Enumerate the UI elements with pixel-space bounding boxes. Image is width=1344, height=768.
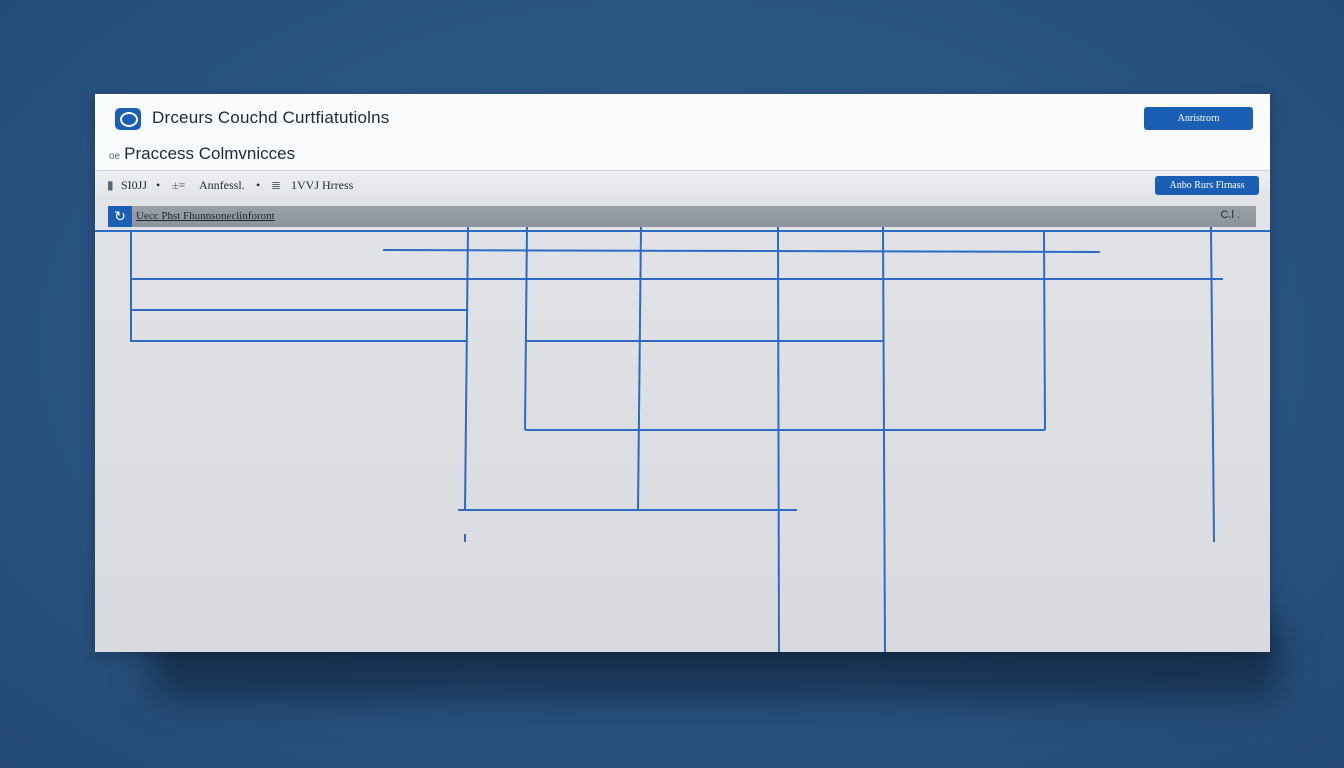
app-window: Drceurs Couchd Curtfiatutiolns Anristror… (95, 94, 1270, 652)
grid-line (524, 226, 528, 431)
grid-line (382, 249, 1101, 253)
grid-line (777, 226, 780, 652)
grid-line (637, 226, 642, 511)
grid-line (882, 226, 886, 652)
grid-canvas (130, 226, 1223, 652)
grid-line (1043, 231, 1046, 431)
grid-line (1210, 226, 1215, 543)
grid-line (464, 226, 469, 511)
